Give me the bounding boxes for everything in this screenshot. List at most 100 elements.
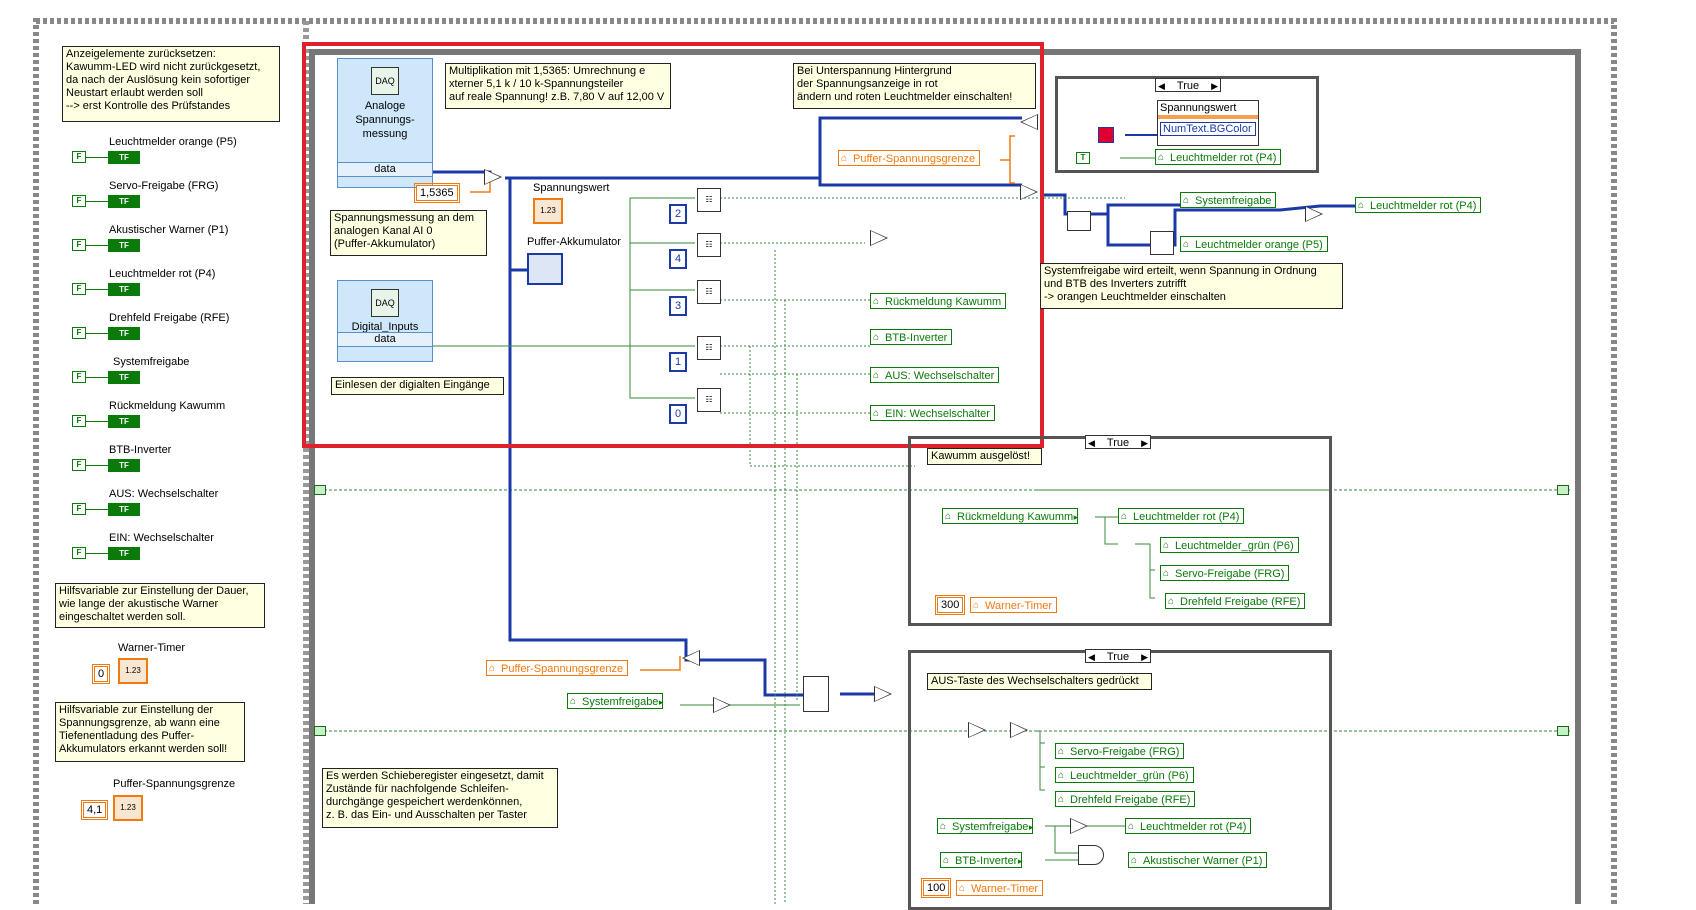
local-aus-write[interactable]: Leuchtmelder_grün (P6) <box>1055 767 1194 784</box>
limit-const[interactable]: 4,1 <box>80 800 109 820</box>
shift-register-left-2[interactable] <box>314 726 326 736</box>
local-kawumm-read[interactable]: Rückmeldung Kawumm <box>942 508 1078 525</box>
local-systemfreigabe-lower[interactable]: Systemfreigabe <box>567 693 664 710</box>
daq-analog-output[interactable]: data <box>338 162 432 177</box>
not-node-2[interactable] <box>713 697 731 713</box>
build-array-node[interactable] <box>1067 211 1091 231</box>
false-constant[interactable]: F <box>72 547 86 559</box>
not-node-aus-2[interactable] <box>1010 722 1028 738</box>
local-warner-timer-2[interactable]: Warner-Timer <box>956 880 1044 897</box>
compare-node-mid[interactable] <box>1020 184 1038 200</box>
local-kawumm-write[interactable]: Servo-Freigabe (FRG) <box>1160 565 1290 582</box>
not-node-3[interactable] <box>874 686 892 702</box>
compare-node-top[interactable] <box>1020 114 1038 130</box>
bool-terminal[interactable]: TF <box>108 503 140 516</box>
compound-arith-node[interactable] <box>803 676 829 712</box>
local-kawumm-write[interactable]: Leuchtmelder rot (P4) <box>1118 508 1245 525</box>
color-box-red[interactable] <box>1098 127 1114 143</box>
index-array-node[interactable]: ☷ <box>697 388 721 412</box>
index-array-node[interactable]: ☷ <box>697 188 721 212</box>
local-aus-write[interactable]: Drehfeld Freigabe (RFE) <box>1055 791 1196 808</box>
build-array-node-2[interactable] <box>1150 231 1174 255</box>
multiply-node[interactable] <box>484 169 502 185</box>
not-node-aus-3[interactable] <box>1070 818 1088 834</box>
not-node-1[interactable] <box>870 230 888 246</box>
local-rot-system[interactable]: Leuchtmelder rot (P4) <box>1355 197 1482 214</box>
local-rot-top[interactable]: Leuchtmelder rot (P4) <box>1155 149 1282 166</box>
index-array-node[interactable]: ☷ <box>697 336 721 360</box>
local-sys-aus[interactable]: Systemfreigabe <box>937 818 1034 835</box>
not-node-4[interactable] <box>1305 206 1323 222</box>
bool-terminal[interactable]: TF <box>108 195 140 208</box>
local-variable-right[interactable]: Rückmeldung Kawumm <box>870 293 1007 310</box>
daq-digital-output[interactable]: data <box>338 332 432 347</box>
index-constant[interactable]: 4 <box>669 249 687 269</box>
and-gate-icon[interactable] <box>1078 845 1104 865</box>
not-node-aus-1[interactable] <box>968 722 986 738</box>
local-warner-timer-1[interactable]: Warner-Timer <box>970 597 1058 614</box>
false-constant[interactable]: F <box>72 371 86 383</box>
index-constant[interactable]: 2 <box>669 204 687 224</box>
false-constant[interactable]: F <box>72 195 86 207</box>
false-constant[interactable]: F <box>72 415 86 427</box>
local-kawumm-write[interactable]: Drehfeld Freigabe (RFE) <box>1165 593 1306 610</box>
daq-analog-express-vi[interactable]: DAQ Analoge Spannungs- messung data <box>337 58 433 188</box>
index-array-node[interactable]: ☷ <box>697 280 721 304</box>
local-aus-write[interactable]: Servo-Freigabe (FRG) <box>1055 743 1185 760</box>
index-constant[interactable]: 1 <box>669 352 687 372</box>
limit-control[interactable]: 1.23 <box>113 795 143 821</box>
local-puffer-grenze-top[interactable]: Puffer-Spannungsgrenze <box>838 150 981 167</box>
false-constant[interactable]: F <box>72 151 86 163</box>
case-selector-top[interactable]: ◀ True ▶ <box>1155 78 1221 92</box>
property-node[interactable]: Spannungswert NumText.BGColor <box>1157 100 1259 146</box>
false-constant[interactable]: F <box>72 239 86 251</box>
case-left-arrow-icon[interactable]: ◀ <box>1088 436 1095 450</box>
akku-chart-indicator[interactable] <box>527 253 563 285</box>
bool-terminal[interactable]: TF <box>108 327 140 340</box>
local-warner-aus[interactable]: Akustischer Warner (P1) <box>1128 852 1268 869</box>
timer-const[interactable]: 0 <box>91 664 111 684</box>
local-kawumm-write[interactable]: Leuchtmelder_grün (P6) <box>1160 537 1299 554</box>
bool-terminal[interactable]: TF <box>108 151 140 164</box>
aus-timer-const[interactable]: 100 <box>920 878 952 898</box>
bool-terminal[interactable]: TF <box>108 239 140 252</box>
bool-terminal[interactable]: TF <box>108 459 140 472</box>
local-btb-aus[interactable]: BTB-Inverter <box>940 852 1023 869</box>
bool-terminal[interactable]: TF <box>108 371 140 384</box>
daq-digital-express-vi[interactable]: DAQ Digital_Inputs data <box>337 280 433 362</box>
false-constant[interactable]: F <box>72 327 86 339</box>
compare-node-lower[interactable] <box>682 650 700 666</box>
case-selector-aus[interactable]: ◀ True ▶ <box>1085 649 1151 663</box>
shift-register-left-1[interactable] <box>314 485 326 495</box>
bool-terminal[interactable]: TF <box>108 547 140 560</box>
index-constant[interactable]: 3 <box>669 296 687 316</box>
timer-control[interactable]: 1.23 <box>118 658 148 684</box>
spannungswert-indicator[interactable]: 1.23 <box>533 198 563 224</box>
case-selector-kawumm[interactable]: ◀ True ▶ <box>1085 435 1151 449</box>
timer-note: Hilfsvariable zur Einstellung der Dauer,… <box>55 583 265 628</box>
factor-const[interactable]: 1,5365 <box>414 183 460 203</box>
bool-terminal[interactable]: TF <box>108 415 140 428</box>
case-left-arrow-icon[interactable]: ◀ <box>1158 79 1165 93</box>
shift-register-right-1[interactable] <box>1557 485 1569 495</box>
local-puffer-grenze-lower[interactable]: Puffer-Spannungsgrenze <box>486 660 629 677</box>
case-left-arrow-icon[interactable]: ◀ <box>1088 650 1095 664</box>
local-variable-right[interactable]: EIN: Wechselschalter <box>870 405 995 422</box>
case-right-arrow-icon[interactable]: ▶ <box>1141 436 1148 450</box>
local-systemfreigabe[interactable]: Systemfreigabe <box>1180 192 1277 209</box>
case-right-arrow-icon[interactable]: ▶ <box>1141 650 1148 664</box>
case-right-arrow-icon[interactable]: ▶ <box>1211 79 1218 93</box>
index-array-node[interactable]: ☷ <box>697 233 721 257</box>
local-rot-aus[interactable]: Leuchtmelder rot (P4) <box>1125 818 1252 835</box>
false-constant[interactable]: F <box>72 459 86 471</box>
false-constant[interactable]: F <box>72 503 86 515</box>
local-orange-system[interactable]: Leuchtmelder orange (P5) <box>1180 236 1328 253</box>
bool-terminal[interactable]: TF <box>108 283 140 296</box>
kawumm-timer-const[interactable]: 300 <box>934 595 966 615</box>
index-constant[interactable]: 0 <box>669 404 687 424</box>
false-constant[interactable]: F <box>72 283 86 295</box>
true-const[interactable]: T <box>1076 152 1090 164</box>
shift-register-right-2[interactable] <box>1557 726 1569 736</box>
local-variable-right[interactable]: AUS: Wechselschalter <box>870 367 1000 384</box>
local-variable-right[interactable]: BTB-Inverter <box>870 329 953 346</box>
